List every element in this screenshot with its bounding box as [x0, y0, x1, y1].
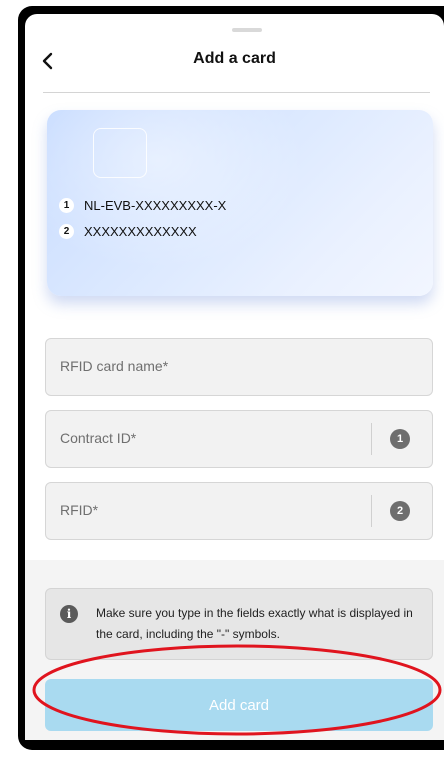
rfid-placeholder: RFID* [60, 502, 99, 518]
rfid-hint-badge: 2 [390, 501, 410, 521]
sheet-grabber[interactable] [232, 28, 262, 32]
rfid-field[interactable]: RFID* 2 [45, 482, 433, 540]
page-title: Add a card [193, 50, 276, 67]
rfid-card-name-placeholder: RFID card name* [60, 358, 169, 374]
card-line-rfid: 2 XXXXXXXXXXXXX [59, 224, 197, 239]
card-chip [93, 128, 147, 178]
rfid-card-name-field[interactable]: RFID card name* [45, 338, 433, 396]
add-card-screen: Add a card 1 NL-EVB-XXXXXXXXX-X 2 XXXXXX… [25, 14, 444, 740]
info-icon: i [60, 605, 78, 623]
info-text: Make sure you type in the fields exactly… [96, 606, 413, 641]
header: Add a card [25, 44, 444, 80]
card-illustration: 1 NL-EVB-XXXXXXXXX-X 2 XXXXXXXXXXXXX [47, 110, 433, 296]
card-number-badge: 2 [59, 224, 74, 239]
card-line-contract: 1 NL-EVB-XXXXXXXXX-X [59, 198, 226, 213]
field-divider [371, 423, 372, 455]
field-divider [371, 495, 372, 527]
card-sheen [47, 110, 307, 270]
info-box: i Make sure you type in the fields exact… [45, 588, 433, 660]
contract-id-field[interactable]: Contract ID* 1 [45, 410, 433, 468]
card-rfid-text: XXXXXXXXXXXXX [84, 224, 197, 239]
contract-id-hint-badge: 1 [390, 429, 410, 449]
card-contract-id-text: NL-EVB-XXXXXXXXX-X [84, 198, 227, 213]
add-card-label: Add card [208, 696, 270, 714]
card-number-badge: 1 [59, 198, 74, 213]
contract-id-placeholder: Contract ID* [60, 430, 137, 446]
header-divider [43, 92, 430, 93]
add-card-button[interactable]: Add card [45, 679, 433, 731]
